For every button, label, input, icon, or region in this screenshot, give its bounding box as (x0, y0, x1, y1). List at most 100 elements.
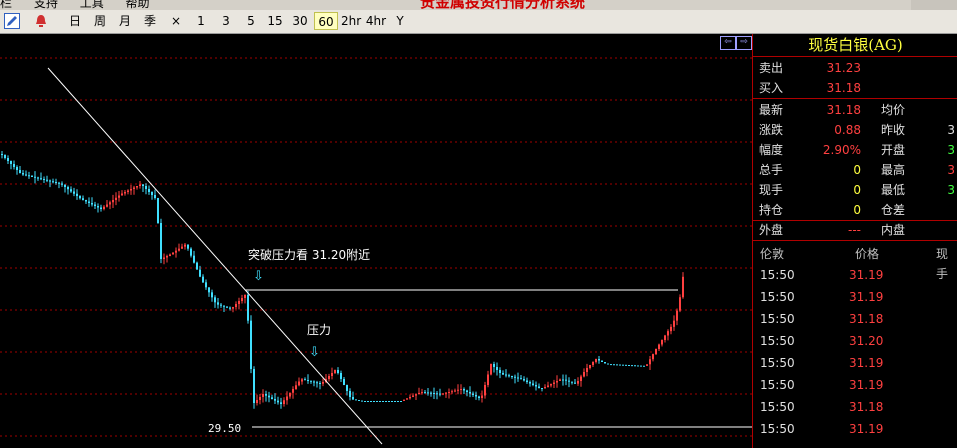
window-controls[interactable] (911, 0, 957, 10)
candle-body (550, 384, 552, 386)
candle-body (250, 320, 252, 369)
candle-body (67, 187, 69, 190)
sell-value: 31.23 (826, 61, 861, 75)
candle-body (532, 383, 534, 385)
candle-body (319, 383, 321, 384)
candle-body (118, 195, 120, 198)
tick-price: 31.19 (849, 290, 884, 304)
candle-body (385, 401, 387, 402)
quote-panel: 现货白银(AG) 卖出 31.23 买入 31.18 最新 31.18 均价 涨… (752, 34, 957, 448)
candle-body (598, 359, 600, 361)
candle-body (454, 390, 456, 392)
candle-body (193, 255, 195, 263)
candle-body (220, 304, 222, 306)
period-60[interactable]: 60 (314, 12, 338, 30)
period-close[interactable]: × (168, 12, 184, 30)
latest-value: 31.18 (826, 103, 861, 117)
pos-value: 0 (853, 203, 861, 217)
change-label: 涨跌 (759, 123, 784, 137)
candle-body (487, 374, 489, 385)
candle-body (286, 396, 288, 401)
alarm-icon[interactable] (33, 13, 49, 29)
candle-body (553, 382, 555, 384)
candle-body (331, 373, 333, 376)
candle-body (664, 335, 666, 340)
candle-body (499, 370, 501, 373)
candle-body (124, 192, 126, 194)
period-3[interactable]: 3 (218, 12, 234, 30)
menu-item[interactable]: 工具 (80, 0, 104, 10)
period-5[interactable]: 5 (243, 12, 259, 30)
scroll-right-icon[interactable]: ⇨ (736, 36, 752, 50)
candle-body (544, 387, 546, 389)
candle-body (145, 186, 147, 189)
period-15[interactable]: 15 (265, 12, 285, 30)
inner-value (929, 220, 955, 240)
candle-body (310, 380, 312, 382)
candle-body (364, 401, 366, 402)
candle-body (82, 198, 84, 200)
tick-time: 15:50 (760, 268, 795, 282)
candle-body (481, 395, 483, 398)
tick-time: 15:50 (760, 422, 795, 436)
chart-nav: ⇦ ⇨ (720, 36, 752, 50)
period-day[interactable]: 日 (66, 12, 84, 30)
outer-label: 外盘 (759, 223, 784, 237)
candle-body (592, 362, 594, 365)
candle-body (538, 386, 540, 388)
high-label: 最高 (881, 163, 906, 177)
tick-row: 15:50 31.19 (753, 286, 957, 308)
candle-body (109, 202, 111, 205)
menu-item[interactable]: 帮助 (126, 0, 150, 10)
candle-body (643, 365, 645, 367)
candle-body (469, 392, 471, 394)
candlestick-chart[interactable]: 突破压力看 31.20附近 ⇩ 压力 ⇩ 29.50 (0, 34, 752, 448)
candle-body (154, 195, 156, 198)
candle-body (514, 376, 516, 378)
candle-body (400, 401, 402, 402)
candle-body (379, 401, 381, 402)
tick-price: 31.19 (849, 356, 884, 370)
candle-body (523, 379, 525, 381)
cur-label: 现手 (759, 183, 784, 197)
period-quarter[interactable]: 季 (141, 12, 159, 30)
candle-body (100, 207, 102, 209)
tick-time: 15:50 (760, 334, 795, 348)
candle-body (211, 292, 213, 298)
arrow-down-icon: ⇩ (253, 269, 264, 284)
candle-body (649, 359, 651, 365)
scroll-left-icon[interactable]: ⇦ (720, 36, 736, 50)
candle-body (490, 364, 492, 375)
pencil-icon[interactable] (4, 13, 20, 29)
period-year[interactable]: Y (393, 12, 407, 30)
menu-item[interactable]: 支持 (34, 0, 58, 10)
tick-price: 31.19 (849, 268, 884, 282)
period-2hr[interactable]: 2hr (341, 12, 361, 30)
candle-body (406, 398, 408, 400)
period-week[interactable]: 周 (91, 12, 109, 30)
candle-body (289, 392, 291, 397)
candle-body (508, 375, 510, 377)
period-4hr[interactable]: 4hr (365, 12, 387, 30)
candle-body (472, 393, 474, 395)
tick-row: 15:50 31.20 (753, 330, 957, 352)
period-month[interactable]: 月 (116, 12, 134, 30)
candle-body (574, 382, 576, 384)
arrow-down-icon: ⇩ (309, 345, 320, 360)
period-1[interactable]: 1 (193, 12, 209, 30)
candle-body (280, 402, 282, 404)
candle-body (397, 401, 399, 402)
period-30[interactable]: 30 (290, 12, 310, 30)
tick-row: 15:50 31.19 (753, 418, 957, 440)
candle-body (244, 295, 246, 298)
candle-body (382, 401, 384, 402)
posdiff-label: 仓差 (881, 203, 906, 217)
candle-body (115, 197, 117, 200)
pos-label: 持仓 (759, 203, 784, 217)
candle-body (658, 344, 660, 349)
menu-item[interactable]: 栏 (0, 0, 12, 10)
candle-body (583, 372, 585, 377)
buy-label: 买入 (759, 81, 784, 95)
candle-body (160, 223, 162, 259)
candle-body (646, 364, 648, 366)
